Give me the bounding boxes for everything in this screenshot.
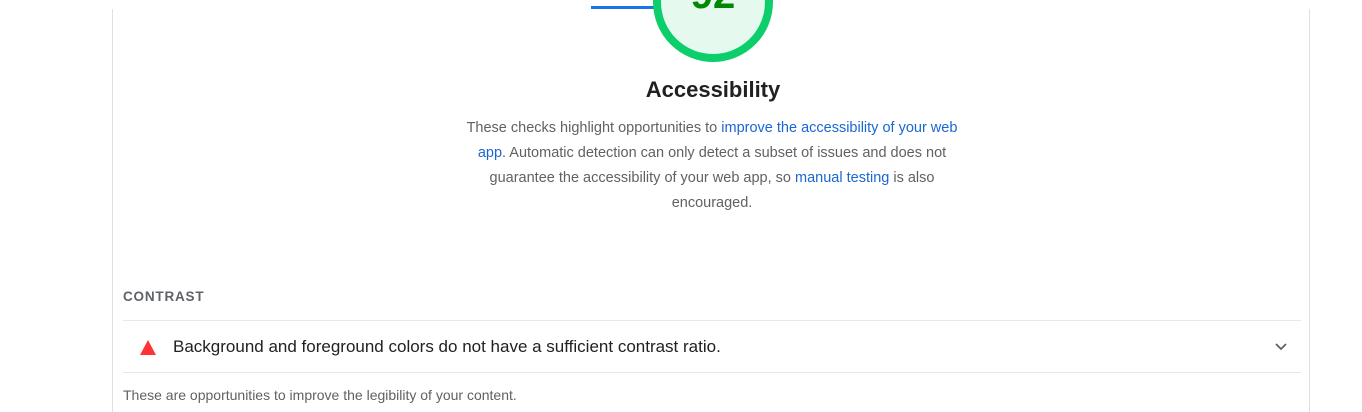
score-gauge[interactable]: 92: [653, 0, 773, 62]
group-divider-bottom: [123, 372, 1301, 373]
category-title: Accessibility: [645, 77, 781, 102]
group-title-contrast: CONTRAST: [123, 289, 205, 304]
group-divider-top: [123, 320, 1301, 321]
category-description: These checks highlight opportunities to …: [463, 116, 961, 216]
description-text-1: These checks highlight opportunities to: [466, 120, 722, 136]
score-number: 92: [691, 0, 736, 14]
manual-testing-link[interactable]: manual testing: [795, 170, 889, 186]
audit-row-color-contrast[interactable]: Background and foreground colors do not …: [123, 322, 1301, 372]
group-description: These are opportunities to improve the l…: [123, 387, 517, 403]
score-value: 92: [653, 0, 773, 19]
fail-triangle-icon: [140, 340, 156, 355]
chevron-down-icon[interactable]: [1274, 341, 1288, 351]
audit-title: Background and foreground colors do not …: [173, 337, 721, 356]
